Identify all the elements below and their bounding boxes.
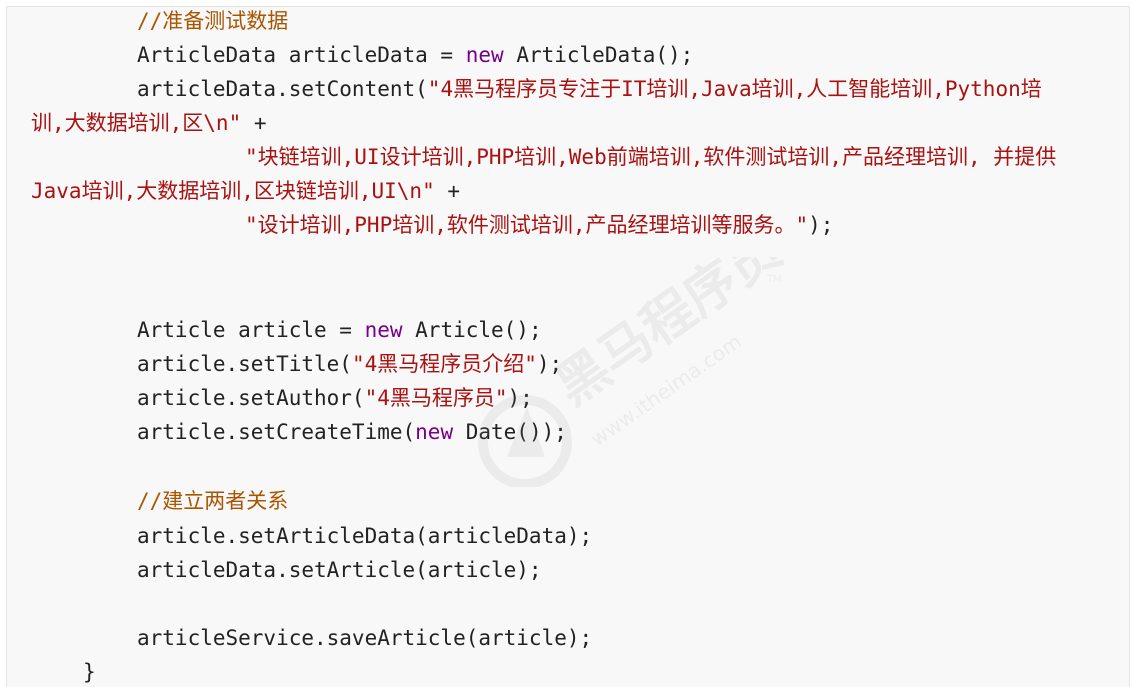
code-line: //建立两者关系: [31, 484, 1116, 518]
code-line: //准备测试数据: [31, 7, 1116, 38]
code-text: ArticleData();: [503, 43, 694, 67]
code-line: article.setArticleData(articleData);: [31, 519, 1116, 553]
code-line: "块链培训,UI设计培训,PHP培训,Web前端培训,软件测试培训,产品经理培训…: [31, 140, 1116, 174]
code-line: Java培训,大数据培训,区块链培训,UI\n" +: [31, 174, 1116, 208]
code-string: "4黑马程序员专注于IT培训,Java培训,人工智能培训,Python培: [427, 77, 1042, 101]
code-text: Article();: [402, 318, 542, 342]
code-text: +: [241, 111, 267, 135]
code-line: articleData.setContent("4黑马程序员专注于IT培训,Ja…: [31, 72, 1116, 106]
code-string: 训,大数据培训,区\n": [31, 111, 242, 135]
code-line: ArticleData articleData = new ArticleDat…: [31, 38, 1116, 72]
code-text: articleService.saveArticle(article);: [137, 626, 593, 650]
code-block: //准备测试数据 ArticleData articleData = new A…: [6, 6, 1130, 687]
code-text: article.setCreateTime(: [137, 420, 416, 444]
code-text: article.setAuthor(: [137, 386, 365, 410]
code-text: ArticleData articleData =: [137, 43, 466, 67]
code-text: Date());: [453, 420, 567, 444]
code-line: "设计培训,PHP培训,软件测试培训,产品经理培训等服务。");: [31, 208, 1116, 242]
code-line: 训,大数据培训,区\n" +: [31, 106, 1116, 140]
code-string: Java培训,大数据培训,区块链培训,UI\n": [31, 179, 435, 203]
code-keyword: new: [465, 43, 504, 67]
code-text: Article article =: [137, 318, 365, 342]
code-line: Article article = new Article();: [31, 313, 1116, 347]
watermark-tm-text: TM: [766, 274, 782, 285]
code-text: );: [536, 352, 563, 376]
code-string: "设计培训,PHP培训,软件测试培训,产品经理培训等服务。": [245, 213, 809, 237]
code-line: article.setAuthor("4黑马程序员");: [31, 381, 1116, 415]
code-string: "4黑马程序员介绍": [351, 352, 537, 376]
code-string: "4黑马程序员": [364, 386, 508, 410]
code-comment: //建立两者关系: [137, 489, 289, 513]
code-text: article.setArticleData(articleData);: [137, 524, 593, 548]
code-text: +: [434, 179, 461, 203]
code-line: articleService.saveArticle(article);: [31, 621, 1116, 655]
code-string: "块链培训,UI设计培训,PHP培训,Web前端培训,软件测试培训,产品经理培训…: [245, 145, 1057, 169]
code-keyword: new: [364, 318, 403, 342]
code-text: articleData.setArticle(article);: [137, 558, 542, 582]
code-line: article.setCreateTime(new Date());: [31, 415, 1116, 449]
code-line: articleData.setArticle(article);: [31, 553, 1116, 587]
code-keyword: new: [415, 420, 454, 444]
code-text: article.setTitle(: [137, 352, 352, 376]
code-brace: }: [83, 660, 96, 684]
code-comment: //准备测试数据: [137, 9, 289, 33]
code-line: article.setTitle("4黑马程序员介绍");: [31, 347, 1116, 381]
code-text: articleData.setContent(: [137, 77, 428, 101]
code-text: );: [507, 386, 533, 410]
code-line: }: [31, 655, 1116, 687]
code-text: );: [808, 213, 834, 237]
